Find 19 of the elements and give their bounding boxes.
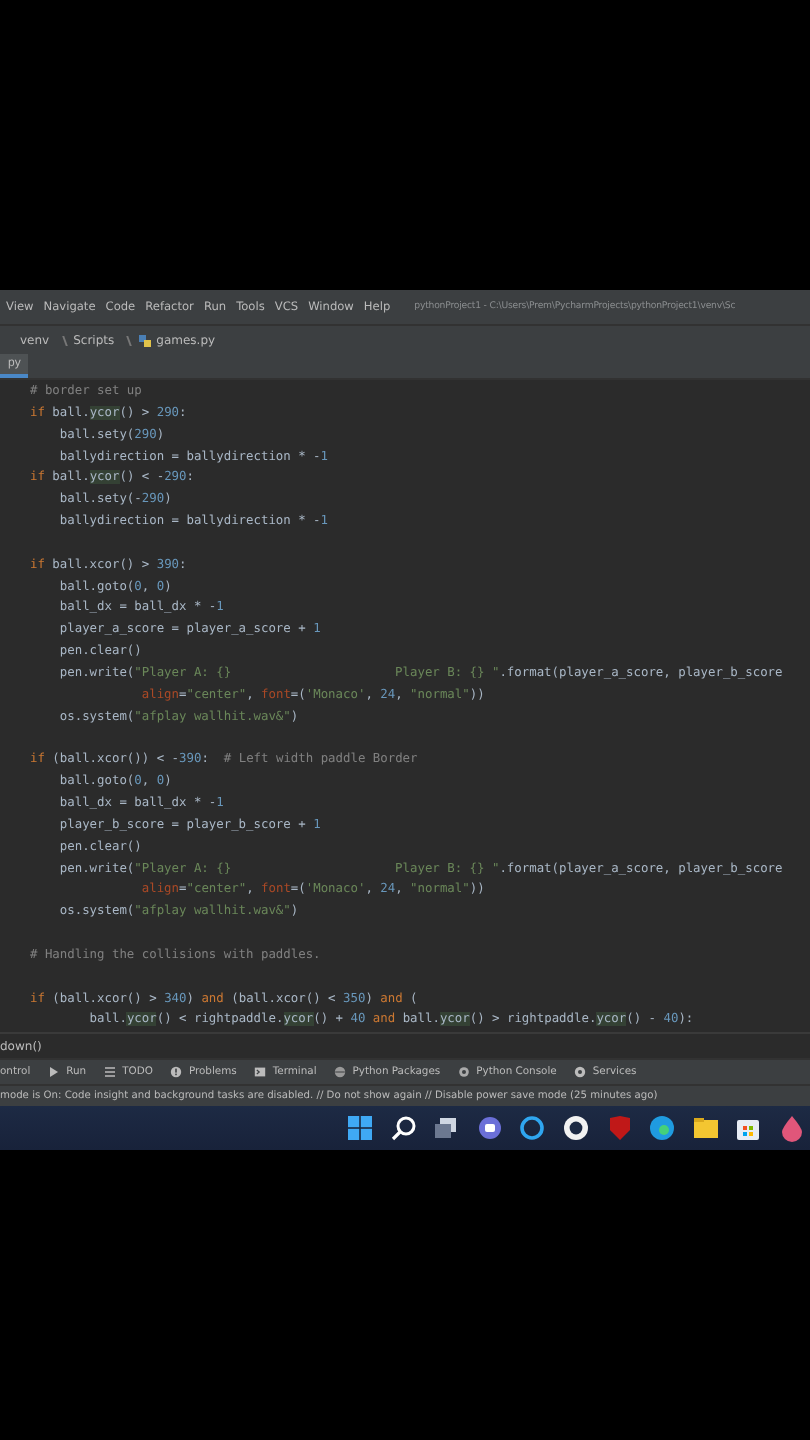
list-icon [104,1066,117,1079]
gear-icon [574,1066,587,1079]
console-icon [458,1066,471,1079]
droplet-icon[interactable] [777,1114,806,1143]
warning-icon [170,1066,183,1079]
browser-icon[interactable] [648,1114,677,1143]
app-circle-icon[interactable] [561,1114,590,1143]
play-icon [48,1066,61,1079]
package-icon [334,1066,347,1079]
python-file-icon [138,333,153,347]
windows-stack-icon[interactable] [432,1114,461,1143]
ring-icon[interactable] [518,1114,547,1143]
search-icon[interactable] [389,1114,418,1143]
shield-icon[interactable] [605,1114,634,1143]
folder-icon[interactable] [691,1114,720,1143]
store-icon[interactable] [734,1114,763,1143]
windows-icon[interactable] [346,1114,374,1143]
chat-icon[interactable] [475,1114,504,1143]
terminal-icon [254,1066,267,1079]
